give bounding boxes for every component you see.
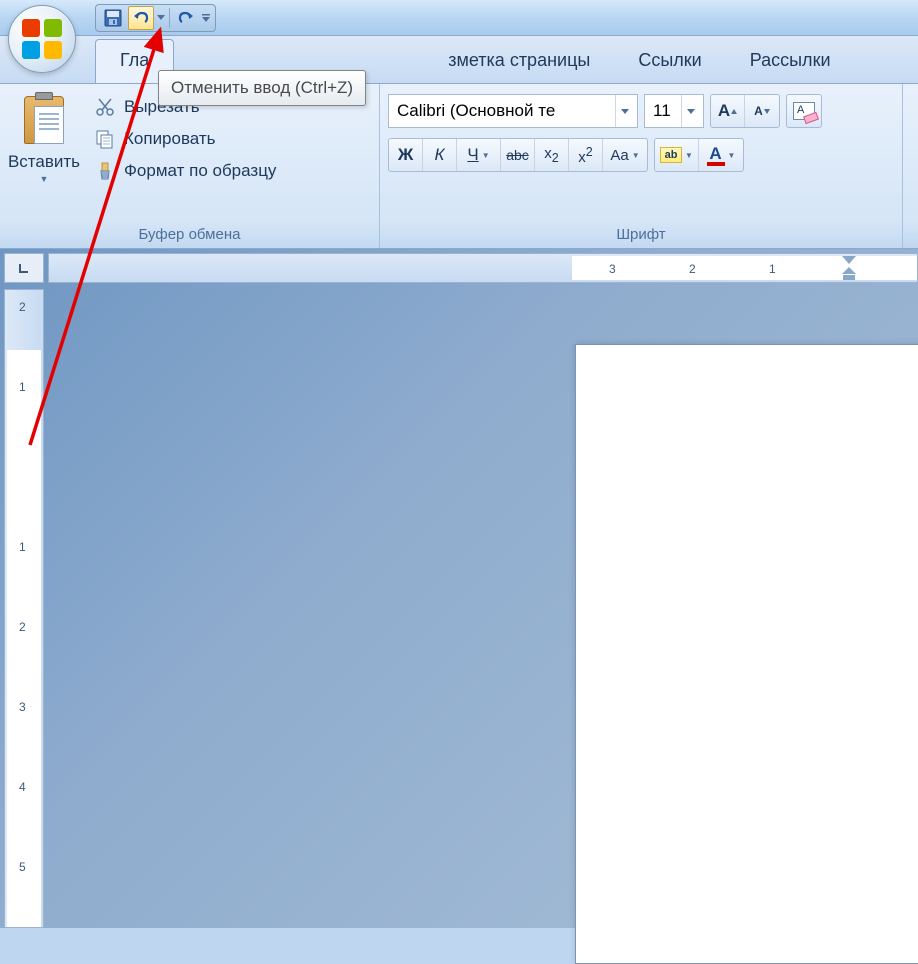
- group-clipboard: Вставить ▼ Вырезать: [0, 84, 380, 248]
- tab-selector-icon: [18, 262, 30, 274]
- underline-button[interactable]: Ч ▼: [457, 139, 501, 171]
- copy-icon: [94, 128, 116, 150]
- office-logo-icon: [22, 19, 62, 59]
- clipboard-group-label: Буфер обмена: [0, 223, 379, 248]
- ribbon: Вставить ▼ Вырезать: [0, 84, 918, 249]
- subscript-button[interactable]: x2: [535, 139, 569, 171]
- ruler-number: 3: [19, 700, 26, 714]
- chevron-down-icon: ▼: [685, 151, 693, 160]
- paste-icon: [20, 94, 68, 146]
- tab-page-layout[interactable]: зметка страницы: [424, 40, 614, 83]
- copy-button[interactable]: Копировать: [94, 128, 276, 150]
- qat-customize-dropdown[interactable]: [200, 6, 212, 30]
- redo-button[interactable]: [173, 6, 199, 30]
- chevron-down-icon: ▼: [728, 151, 736, 160]
- separator: [169, 8, 170, 28]
- ribbon-tabs: Гла зметка страницы Ссылки Рассылки: [0, 36, 918, 84]
- ruler-number: 4: [19, 780, 26, 794]
- font-name-value: Calibri (Основной те: [397, 101, 615, 121]
- undo-button[interactable]: [128, 6, 154, 30]
- chevron-down-icon: ▼: [40, 174, 49, 184]
- font-group-label: Шрифт: [380, 223, 902, 248]
- font-color-icon: A: [707, 145, 725, 166]
- chevron-down-icon: [202, 14, 210, 22]
- brush-icon: [94, 160, 116, 182]
- superscript-icon: x2: [578, 145, 592, 166]
- document-workspace: 3 2 1 2 1 1 2 3 4 5: [0, 249, 918, 928]
- grow-font-button[interactable]: A: [711, 95, 745, 127]
- ruler-number: 3: [609, 262, 616, 276]
- strike-icon: abc: [506, 147, 529, 163]
- ruler-number: 1: [19, 540, 26, 554]
- eraser-icon: [793, 102, 815, 120]
- horizontal-ruler[interactable]: 3 2 1: [48, 253, 918, 283]
- tab-references[interactable]: Ссылки: [614, 40, 725, 83]
- chevron-down-icon: [157, 15, 165, 21]
- chevron-down-icon: [681, 95, 699, 127]
- scissors-icon: [94, 96, 116, 118]
- document-page[interactable]: [575, 344, 918, 964]
- font-name-combo[interactable]: Calibri (Основной те: [388, 94, 638, 128]
- subscript-icon: x2: [544, 145, 558, 165]
- ruler-number: 1: [19, 380, 26, 394]
- grow-font-icon: A: [718, 101, 730, 121]
- chevron-down-icon: [615, 95, 633, 127]
- up-caret-icon: [731, 109, 737, 114]
- titlebar: [0, 0, 918, 36]
- undo-dropdown[interactable]: [155, 6, 167, 30]
- tab-mailings[interactable]: Рассылки: [726, 40, 855, 83]
- save-button[interactable]: [100, 6, 126, 30]
- paste-button[interactable]: Вставить ▼: [8, 90, 80, 188]
- font-size-combo[interactable]: 11: [644, 94, 704, 128]
- chevron-down-icon: ▼: [482, 151, 490, 160]
- font-size-value: 11: [653, 101, 681, 121]
- ruler-number: 2: [19, 620, 26, 634]
- ruler-number: 2: [19, 300, 26, 314]
- group-font: Calibri (Основной те 11 A: [380, 84, 903, 248]
- copy-label: Копировать: [124, 129, 216, 149]
- redo-icon: [177, 9, 195, 27]
- format-painter-button[interactable]: Формат по образцу: [94, 160, 276, 182]
- highlight-button[interactable]: ab ▼: [655, 139, 699, 171]
- ruler-corner[interactable]: [4, 253, 44, 283]
- font-color-button[interactable]: A ▼: [699, 139, 743, 171]
- change-case-button[interactable]: Aa ▼: [603, 139, 647, 171]
- down-caret-icon: [764, 109, 770, 114]
- bold-button[interactable]: Ж: [389, 139, 423, 171]
- italic-button[interactable]: К: [423, 139, 457, 171]
- highlight-icon: ab: [660, 147, 682, 163]
- chevron-down-icon: ▼: [632, 151, 640, 160]
- underline-icon: Ч: [467, 145, 478, 165]
- changecase-icon: Aa: [610, 147, 628, 164]
- superscript-button[interactable]: x2: [569, 139, 603, 171]
- format-painter-label: Формат по образцу: [124, 161, 276, 181]
- ruler-number: 1: [769, 262, 776, 276]
- shrink-font-button[interactable]: A: [745, 95, 779, 127]
- strikethrough-button[interactable]: abc: [501, 139, 535, 171]
- shrink-font-icon: A: [754, 104, 763, 118]
- undo-icon: [132, 9, 150, 27]
- color-box: ab ▼ A ▼: [654, 138, 744, 172]
- ruler-number: 5: [19, 860, 26, 874]
- grow-shrink-box: A A: [710, 94, 780, 128]
- hanging-indent-marker[interactable]: [842, 268, 856, 280]
- office-button[interactable]: [8, 5, 76, 73]
- quick-access-toolbar: [95, 4, 216, 32]
- clear-formatting-button[interactable]: [787, 95, 821, 127]
- font-style-box: Ж К Ч ▼ abc x2 x2: [388, 138, 648, 172]
- vertical-ruler[interactable]: 2 1 1 2 3 4 5: [4, 289, 44, 928]
- undo-tooltip: Отменить ввод (Ctrl+Z): [158, 70, 366, 106]
- first-line-indent-marker[interactable]: [842, 256, 856, 266]
- save-icon: [104, 9, 122, 27]
- paste-label: Вставить: [8, 152, 80, 172]
- clear-format-box: [786, 94, 822, 128]
- ruler-number: 2: [689, 262, 696, 276]
